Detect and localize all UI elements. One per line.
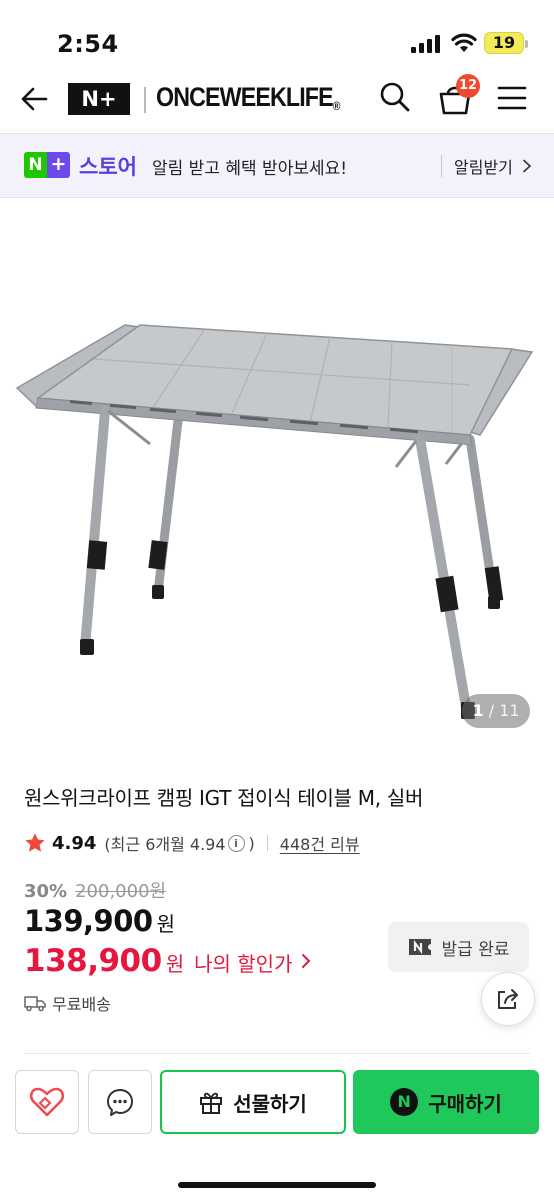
discount-row: 30% 200,000원 — [24, 877, 166, 903]
shipping-row: 무료배송 — [24, 991, 111, 1015]
info-icon[interactable]: i — [227, 834, 245, 852]
brand-text: ONCEWEEKLIFE — [156, 82, 334, 112]
truck-icon — [24, 996, 46, 1012]
my-discount-label: 나의 할인가 — [194, 952, 293, 976]
wishlist-button[interactable] — [15, 1070, 79, 1134]
sale-price: 139,900 — [24, 904, 153, 938]
naver-pay-icon: N — [390, 1088, 419, 1116]
naver-plus-logo[interactable]: N+ — [68, 83, 130, 115]
heart-icon — [29, 1087, 65, 1117]
gift-icon — [200, 1092, 223, 1114]
recent-rating-text: (최근 6개월 4.94 — [104, 835, 226, 854]
rating-row: 4.94 (최근 6개월 4.94 i ) 448건 리뷰 — [24, 830, 360, 856]
gift-button-label: 선물하기 — [233, 1091, 307, 1116]
store-banner-divider — [441, 155, 442, 177]
review-count-link[interactable]: 448건 리뷰 — [280, 831, 360, 855]
status-bar: 2:54 19 — [0, 0, 554, 70]
image-current-index: 1 — [472, 701, 484, 720]
home-indicator — [178, 1182, 376, 1188]
alarm-subscribe-link[interactable]: 알림받기 — [454, 154, 513, 178]
bottom-action-bar: 선물하기 N 구매하기 — [0, 1058, 554, 1200]
rating-divider — [266, 835, 268, 851]
discount-rate: 30% — [24, 881, 68, 902]
naver-coupon-icon — [408, 939, 431, 955]
cellular-signal-icon — [411, 35, 440, 53]
chat-icon — [107, 1089, 133, 1116]
chevron-right-icon — [302, 954, 311, 968]
status-time: 2:54 — [57, 30, 119, 58]
talk-talk-button[interactable] — [88, 1070, 152, 1134]
share-button[interactable] — [481, 972, 535, 1026]
sale-price-unit: 원 — [156, 912, 175, 936]
search-icon[interactable] — [378, 80, 412, 116]
star-icon — [25, 833, 45, 852]
recent-rating-close: ) — [248, 833, 255, 853]
my-discount-price: 138,900 — [24, 943, 162, 979]
shipping-label: 무료배송 — [52, 995, 111, 1014]
coupon-issued-button[interactable]: 발급 완료 — [388, 922, 529, 972]
rating-score: 4.94 — [52, 832, 97, 854]
logo-divider — [144, 87, 146, 113]
naver-plus-store-logo: N + — [24, 152, 70, 178]
image-total-count: / 11 — [488, 701, 520, 720]
content-divider — [24, 1053, 530, 1054]
sale-price-row: 139,900 원 — [24, 904, 175, 938]
my-discount-price-row[interactable]: 138,900 원 나의 할인가 — [24, 943, 312, 979]
store-name: 스토어 — [79, 155, 137, 179]
app-header: N+ ONCEWEEKLIFE® 12 — [0, 70, 554, 134]
share-icon — [498, 989, 518, 1009]
store-banner-message: 알림 받고 혜택 받아보세요! — [152, 159, 348, 179]
buy-button[interactable]: N 구매하기 — [353, 1070, 539, 1134]
wifi-icon — [451, 33, 477, 52]
recent-rating: (최근 6개월 4.94 i ) — [104, 831, 254, 855]
coupon-status-label: 발급 완료 — [441, 939, 510, 960]
cart-count-badge: 12 — [456, 74, 480, 98]
brand-name[interactable]: ONCEWEEKLIFE® — [156, 82, 341, 113]
chevron-right-icon — [523, 159, 532, 173]
camping-table-illustration — [15, 324, 534, 719]
product-title: 원스위크라이프 캠핑 IGT 접이식 테이블 M, 실버 — [24, 786, 424, 810]
buy-button-label: 구매하기 — [428, 1091, 502, 1116]
store-logo-n: N — [24, 152, 47, 178]
gift-button[interactable]: 선물하기 — [160, 1070, 346, 1134]
image-pager-counter: 1 / 11 — [462, 694, 530, 728]
menu-icon[interactable] — [496, 82, 528, 114]
back-arrow-icon[interactable] — [18, 82, 52, 116]
brand-registered-mark: ® — [332, 99, 341, 113]
product-image[interactable] — [0, 199, 554, 745]
my-discount-price-unit: 원 — [165, 952, 185, 976]
logo-text: N+ — [81, 87, 117, 111]
store-alarm-banner[interactable]: N + 스토어 알림 받고 혜택 받아보세요! 알림받기 — [0, 134, 554, 198]
original-price: 200,000원 — [75, 881, 167, 902]
battery-indicator: 19 — [484, 32, 528, 54]
store-logo-plus: + — [47, 152, 70, 178]
